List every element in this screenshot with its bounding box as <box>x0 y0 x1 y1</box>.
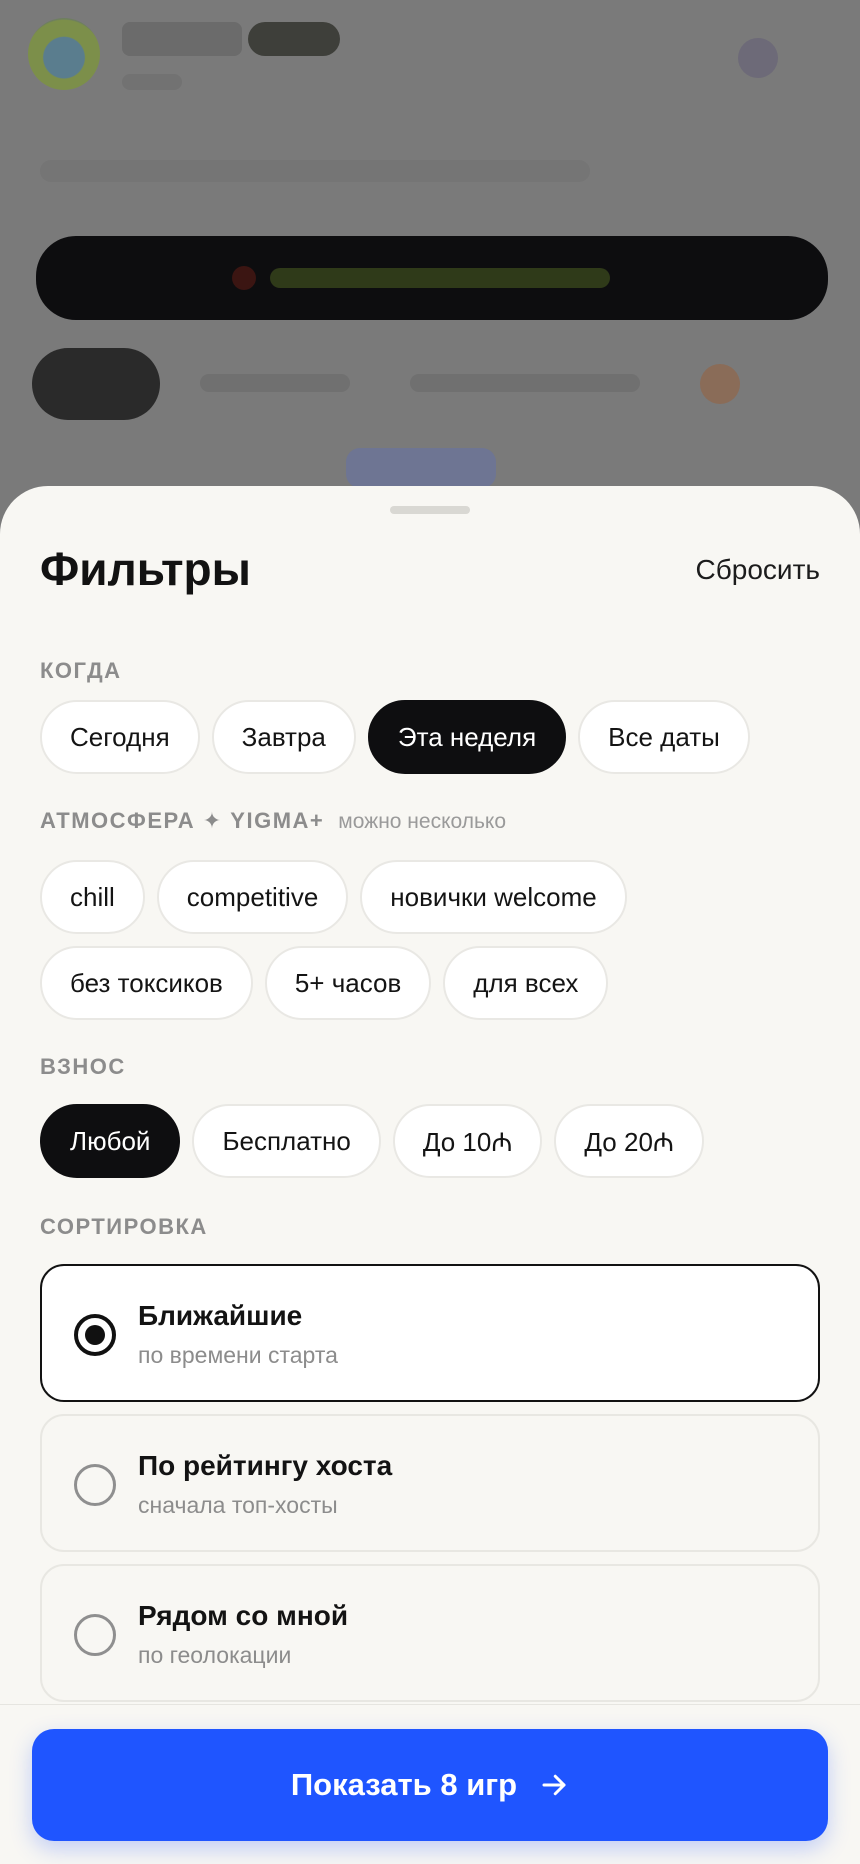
section-atmosphere-label: АТМОСФЕРА ✦ YIGMA+ можно несколько <box>40 808 506 834</box>
banner-text-placeholder <box>270 268 610 288</box>
fee-chip-row: Любой Бесплатно До 10₼ До 20₼ <box>40 1104 704 1178</box>
background-chip-icon <box>700 364 740 404</box>
atmosphere-hint: можно несколько <box>338 810 507 833</box>
radio-icon[interactable] <box>74 1614 116 1656</box>
chip-fee-up-to-20[interactable]: До 20₼ <box>554 1104 704 1178</box>
sort-option-subtitle: по геолокации <box>138 1642 292 1668</box>
atmosphere-chip-row-2: без токсиков 5+ часов для всех <box>40 946 609 1020</box>
atmosphere-label-text: АТМОСФЕРА ✦ YIGMA+ <box>40 808 325 833</box>
header-subtitle-placeholder <box>122 74 182 90</box>
filters-sheet: Фильтры Сбросить КОГДА Сегодня Завтра Эт… <box>0 486 860 1864</box>
sort-option-subtitle: сначала топ-хосты <box>138 1492 338 1518</box>
show-games-button[interactable]: Показать 8 игр <box>32 1729 828 1841</box>
banner-icon <box>232 266 256 290</box>
sheet-footer: Показать 8 игр <box>0 1704 860 1864</box>
show-games-label: Показать 8 игр <box>290 1767 518 1802</box>
radio-icon[interactable] <box>74 1464 116 1506</box>
sort-option-title: По рейтингу хоста <box>138 1450 393 1481</box>
chip-fee-up-to-10[interactable]: До 10₼ <box>392 1104 543 1178</box>
sort-option-subtitle: по времени старта <box>138 1342 338 1368</box>
chip-when-today[interactable]: Сегодня <box>40 700 200 774</box>
chip-fee-any[interactable]: Любой <box>40 1104 181 1178</box>
app-logo <box>28 18 100 90</box>
reset-button[interactable]: Сбросить <box>696 554 820 586</box>
chip-atmosphere-5-hours[interactable]: 5+ часов <box>264 946 432 1020</box>
when-chip-row: Сегодня Завтра Эта неделя Все даты <box>40 700 750 774</box>
header-title-placeholder <box>122 22 242 56</box>
chip-when-tomorrow[interactable]: Завтра <box>211 700 356 774</box>
chip-fee-free[interactable]: Бесплатно <box>192 1104 381 1178</box>
chip-when-this-week[interactable]: Эта неделя <box>367 700 567 774</box>
sort-option-nearest[interactable]: Ближайшие по времени старта <box>40 1264 820 1402</box>
sort-option-near-me[interactable]: Рядом со мной по геолокации <box>40 1564 820 1702</box>
sort-option-title: Рядом со мной <box>138 1600 349 1631</box>
background-tab <box>346 448 496 488</box>
sheet-title: Фильтры <box>40 543 251 595</box>
header-badge-placeholder <box>248 22 340 56</box>
background-chip <box>410 374 640 392</box>
radio-selected-icon[interactable] <box>74 1314 116 1356</box>
atmosphere-chip-row-1: chill competitive новички welcome <box>40 860 627 934</box>
section-sort-label: СОРТИРОВКА <box>40 1214 208 1239</box>
sheet-drag-handle[interactable] <box>390 506 470 514</box>
background-chip <box>200 374 350 392</box>
avatar <box>738 38 778 78</box>
search-bar-placeholder <box>40 160 590 182</box>
chip-atmosphere-no-toxic[interactable]: без токсиков <box>40 946 253 1020</box>
section-fee-label: ВЗНОС <box>40 1054 126 1079</box>
chip-atmosphere-chill[interactable]: chill <box>40 860 145 934</box>
background-app-overlay <box>0 0 860 540</box>
chip-when-all-dates[interactable]: Все даты <box>578 700 750 774</box>
chip-atmosphere-beginners[interactable]: новички welcome <box>360 860 627 934</box>
chip-atmosphere-for-all[interactable]: для всех <box>443 946 609 1020</box>
background-chip-active <box>32 348 160 420</box>
section-when-label: КОГДА <box>40 658 122 683</box>
sort-option-host-rating[interactable]: По рейтингу хоста сначала топ-хосты <box>40 1414 820 1552</box>
sort-option-title: Ближайшие <box>138 1300 303 1331</box>
arrow-right-icon <box>542 1774 566 1796</box>
chip-atmosphere-competitive[interactable]: competitive <box>156 860 349 934</box>
